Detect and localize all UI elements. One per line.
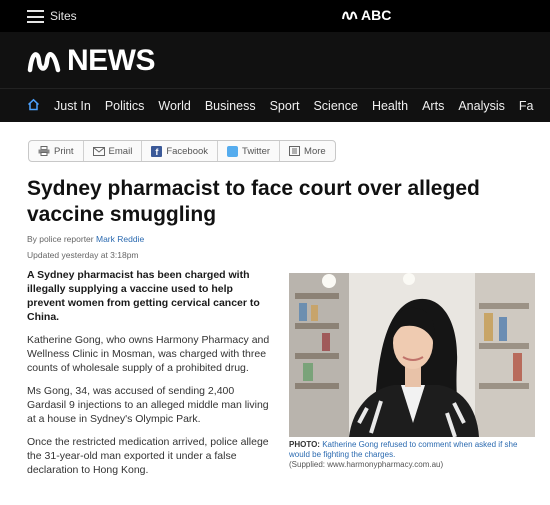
twitter-icon: [227, 145, 239, 157]
nav-item-just-in[interactable]: Just In: [54, 99, 91, 113]
menu-icon[interactable]: [27, 10, 44, 23]
main-nav: Just In Politics World Business Sport Sc…: [0, 88, 550, 122]
abc-wave-icon: [342, 11, 358, 20]
article-body: A Sydney pharmacist has been charged wit…: [27, 268, 272, 486]
abc-brand-text: ABC: [361, 7, 392, 23]
nav-list: Just In Politics World Business Sport Sc…: [54, 99, 547, 113]
facebook-button[interactable]: f Facebook: [142, 141, 219, 161]
photo-credit: (Supplied: www.harmonypharmacy.com.au): [289, 460, 444, 469]
facebook-label: Facebook: [166, 145, 209, 157]
more-button[interactable]: More: [280, 141, 335, 161]
print-button[interactable]: Print: [29, 141, 84, 161]
photo-image: [289, 273, 535, 437]
email-label: Email: [108, 145, 133, 157]
nav-item-fa[interactable]: Fa: [519, 99, 534, 113]
updated-timestamp: Updated yesterday at 3:18pm: [27, 250, 139, 260]
email-button[interactable]: Email: [84, 141, 143, 161]
caption-text: Katherine Gong refused to comment when a…: [289, 440, 518, 459]
article-headline: Sydney pharmacist to face court over all…: [27, 177, 480, 226]
caption-label: PHOTO:: [289, 440, 320, 449]
news-wordmark: NEWS: [67, 44, 156, 77]
nav-item-arts[interactable]: Arts: [422, 99, 444, 113]
home-icon[interactable]: [27, 98, 40, 116]
masthead: NEWS: [0, 32, 550, 88]
envelope-icon: [92, 146, 105, 156]
printer-icon: [38, 146, 50, 156]
abc-news-logo[interactable]: NEWS: [27, 44, 156, 77]
twitter-label: Twitter: [242, 145, 271, 157]
nav-item-health[interactable]: Health: [372, 99, 408, 113]
byline: By police reporter Mark Reddie: [27, 234, 144, 244]
lead-paragraph: A Sydney pharmacist has been charged wit…: [27, 269, 260, 323]
more-icon: [289, 146, 301, 156]
article-photo[interactable]: [289, 273, 535, 437]
body-paragraph: Once the restricted medication arrived, …: [27, 436, 269, 476]
nav-item-analysis[interactable]: Analysis: [458, 99, 505, 113]
body-paragraph: Ms Gong, 34, was accused of sending 2,40…: [27, 385, 269, 425]
byline-prefix: By police reporter: [27, 234, 94, 244]
nav-item-world[interactable]: World: [158, 99, 190, 113]
photo-caption: PHOTO: Katherine Gong refused to comment…: [289, 440, 539, 470]
author-link[interactable]: Mark Reddie: [96, 234, 144, 244]
nav-item-sport[interactable]: Sport: [270, 99, 300, 113]
share-toolbar: Print Email f Facebook Twitter More: [28, 140, 336, 162]
facebook-icon: f: [151, 145, 163, 157]
more-label: More: [304, 145, 326, 157]
top-bar: Sites ABC: [0, 0, 550, 32]
abc-logo[interactable]: ABC: [342, 7, 391, 23]
twitter-button[interactable]: Twitter: [218, 141, 281, 161]
abc-news-wave-icon: [27, 52, 61, 73]
body-paragraph: Katherine Gong, who owns Harmony Pharmac…: [27, 334, 270, 374]
sites-link[interactable]: Sites: [50, 9, 77, 23]
nav-item-science[interactable]: Science: [313, 99, 357, 113]
nav-item-business[interactable]: Business: [205, 99, 256, 113]
print-label: Print: [54, 145, 74, 157]
nav-item-politics[interactable]: Politics: [105, 99, 145, 113]
